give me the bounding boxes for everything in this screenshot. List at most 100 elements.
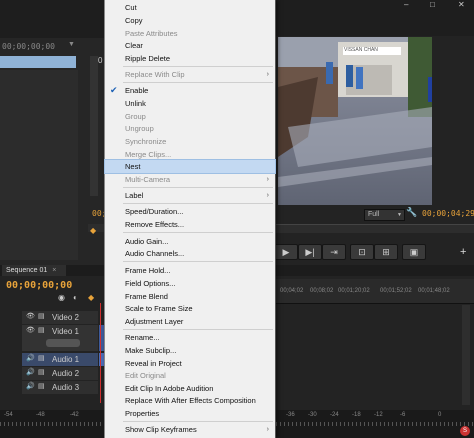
left-marker-icon[interactable]: ◆ [90, 226, 96, 235]
meter-tick-label: -54 [4, 412, 13, 418]
marker-icon[interactable]: ◐ [73, 293, 78, 302]
selected-item-bar[interactable] [0, 56, 76, 68]
meter-tick-label: 0 [438, 412, 442, 418]
submenu-arrow-icon: › [266, 426, 269, 433]
menu-item-rename[interactable]: Rename... [105, 331, 275, 344]
speaker-icon[interactable]: 🔊 [26, 354, 35, 362]
menu-item-show-clip-keyframes[interactable]: Show Clip Keyframes › [105, 423, 275, 436]
menu-item-remove-effects[interactable]: Remove Effects... [105, 218, 275, 231]
snap-icon[interactable]: ◉ [58, 293, 65, 302]
menu-item-audio-channels[interactable]: Audio Channels... [105, 247, 275, 260]
menu-item-copy[interactable]: Copy [105, 14, 275, 27]
add-button-icon[interactable]: + [460, 246, 466, 258]
tab-sequence[interactable]: Sequence 01 × [2, 265, 66, 276]
track-header-audio-3[interactable]: 🔊 ▤ Audio 3 [22, 381, 98, 394]
play-button[interactable]: ▶ [274, 244, 298, 260]
menu-item-frame-hold[interactable]: Frame Hold... [105, 264, 275, 277]
eye-icon[interactable]: 👁 [26, 312, 35, 320]
menu-item-enable[interactable]: ✔ Enable [105, 84, 275, 97]
source-tab-bar [0, 0, 104, 38]
time-ruler[interactable]: 00;04;02 00;08;02 00;01;20;02 00;01;52;0… [274, 279, 474, 304]
menu-item-clear[interactable]: Clear [105, 39, 275, 52]
wrench-icon[interactable]: 🔧 [406, 207, 417, 218]
timeline-scrollbar[interactable] [462, 305, 470, 405]
track-header-audio-1[interactable]: 🔊 ▤ Audio 1 [22, 353, 98, 366]
submenu-arrow-icon: › [266, 176, 269, 183]
menu-item-label: Show Clip Keyframes [125, 425, 197, 434]
menu-item-replace-with-clip: Replace With Clip › [105, 68, 275, 81]
lock-icon[interactable]: ▤ [38, 312, 45, 320]
speaker-icon[interactable]: 🔊 [26, 382, 35, 390]
track-header-audio-2[interactable]: 🔊 ▤ Audio 2 [22, 367, 98, 380]
lock-icon[interactable]: ▤ [38, 382, 45, 390]
meter-tick-label: -30 [308, 412, 317, 418]
menu-item-label: Ungroup [125, 124, 154, 133]
menu-item-field-options[interactable]: Field Options... [105, 277, 275, 290]
track-label: Audio 2 [52, 369, 80, 378]
maximize-icon[interactable]: □ [430, 0, 435, 9]
eye-icon[interactable]: 👁 [26, 326, 35, 334]
meter-tick-label: -24 [330, 412, 339, 418]
speaker-icon[interactable]: 🔊 [26, 368, 35, 376]
lock-icon[interactable]: ▤ [38, 368, 45, 376]
step-forward-button[interactable]: ▶| [298, 244, 322, 260]
track-label: Audio 3 [52, 383, 80, 392]
menu-item-label: Nest [125, 162, 141, 171]
menu-item-speed-duration[interactable]: Speed/Duration... [105, 205, 275, 218]
export-frame-button[interactable]: ▣ [402, 244, 426, 260]
menu-item-scale-to-frame-size[interactable]: Scale to Frame Size [105, 302, 275, 315]
menu-item-label: Field Options... [125, 279, 176, 288]
lift-button[interactable]: ⊡ [350, 244, 374, 260]
minimize-icon[interactable]: – [404, 0, 408, 9]
menu-item-cut[interactable]: Cut [105, 1, 275, 14]
meter-tick-label: -42 [70, 412, 79, 418]
extract-button[interactable]: ⊞ [374, 244, 398, 260]
menu-item-replace-with-ae-comp[interactable]: Replace With After Effects Composition [105, 394, 275, 407]
menu-item-label: Audio Gain... [125, 237, 169, 246]
close-icon[interactable]: × [52, 267, 56, 274]
menu-item-label: Paste Attributes [125, 29, 178, 38]
menu-item-edit-original: Edit Original [105, 369, 275, 382]
menu-item-label: Copy [125, 16, 143, 25]
solo-icon[interactable]: S [460, 426, 470, 436]
track-label: Video 2 [52, 313, 79, 322]
close-icon[interactable]: ✕ [458, 0, 465, 9]
menu-item-label: Enable [125, 86, 149, 95]
dropdown-icon[interactable]: ▼ [68, 41, 76, 49]
lock-icon[interactable]: ▤ [38, 326, 45, 334]
menu-item-label: Label [125, 191, 144, 200]
track-header-video-2[interactable]: 👁 ▤ Video 2 [22, 311, 98, 324]
menu-item-adjustment-layer[interactable]: Adjustment Layer [105, 315, 275, 328]
keyframe-icon[interactable]: ◆ [88, 293, 94, 302]
meter-tick-label: -48 [36, 412, 45, 418]
meter-tick-label: -18 [352, 412, 361, 418]
menu-item-make-subclip[interactable]: Make Subclip... [105, 344, 275, 357]
dropdown-icon: ▼ [397, 212, 402, 218]
submenu-arrow-icon: › [266, 71, 269, 78]
menu-separator [123, 421, 273, 422]
menu-item-label: Unlink [125, 99, 146, 108]
scrollbar[interactable] [90, 56, 98, 196]
keyframe-nav[interactable] [46, 339, 80, 347]
timeline-timecode[interactable]: 00;00;00;00 [6, 280, 72, 291]
menu-item-label: Properties [125, 409, 160, 418]
track-header-video-1[interactable]: 👁 ▤ Video 1 [22, 325, 98, 351]
menu-item-nest[interactable]: Nest [104, 159, 276, 174]
menu-item-label: Edit Original [125, 371, 166, 380]
menu-item-label: Group [125, 112, 146, 121]
window-controls: – □ ✕ [404, 0, 474, 9]
playhead-line[interactable] [100, 303, 101, 403]
menu-item-unlink[interactable]: Unlink [105, 97, 275, 110]
lock-icon[interactable]: ▤ [38, 354, 45, 362]
menu-item-ripple-delete[interactable]: Ripple Delete [105, 52, 275, 65]
menu-item-label: Replace With Clip [125, 70, 185, 79]
side-number: 0 [98, 56, 103, 65]
menu-item-label-submenu[interactable]: Label › [105, 189, 275, 202]
insert-button[interactable]: ⇥ [322, 244, 346, 260]
playhead-bar[interactable] [274, 224, 474, 233]
menu-item-label: Speed/Duration... [125, 207, 184, 216]
zoom-value: Full [368, 211, 380, 218]
zoom-select[interactable]: Full ▼ [364, 209, 405, 221]
menu-separator [123, 261, 273, 262]
menu-item-properties[interactable]: Properties [105, 407, 275, 420]
